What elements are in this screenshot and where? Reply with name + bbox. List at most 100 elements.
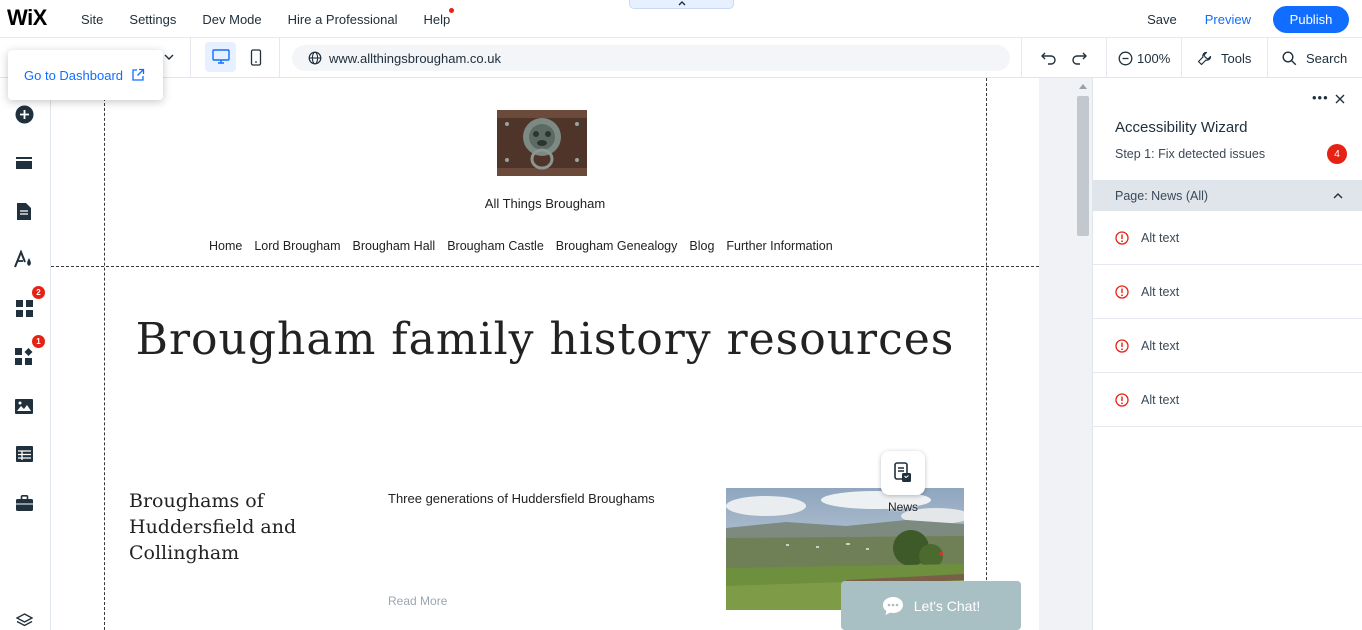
editor-toolbar: www.allthingsbrougham.co.uk 100% Tools S… bbox=[0, 38, 1362, 78]
external-link-icon bbox=[132, 68, 145, 81]
briefcase-icon bbox=[15, 495, 33, 511]
page-section-header[interactable]: Page: News (All) bbox=[1093, 180, 1362, 211]
zoom-control[interactable]: 100% bbox=[1118, 38, 1170, 78]
site-nav-brougham-genealogy[interactable]: Brougham Genealogy bbox=[556, 239, 678, 253]
issue-item[interactable]: Alt text bbox=[1093, 265, 1362, 319]
wrench-icon bbox=[1197, 51, 1212, 65]
warning-icon bbox=[1115, 392, 1129, 407]
site-nav-menu: Home Lord Brougham Brougham Hall Brougha… bbox=[209, 239, 845, 253]
cms-button[interactable] bbox=[14, 444, 34, 464]
preview-button[interactable]: Preview bbox=[1205, 12, 1251, 27]
site-nav-home[interactable]: Home bbox=[209, 239, 242, 253]
issue-label: Alt text bbox=[1141, 230, 1180, 245]
go-to-dashboard-link[interactable]: Go to Dashboard bbox=[8, 50, 163, 100]
site-nav-further-information[interactable]: Further Information bbox=[726, 239, 832, 253]
apps-icon bbox=[15, 299, 33, 317]
issue-count-badge: 4 bbox=[1327, 144, 1347, 164]
more-options-icon[interactable]: ••• bbox=[1312, 90, 1329, 105]
menu-help[interactable]: Help bbox=[410, 7, 463, 27]
plus-circle-icon bbox=[15, 105, 33, 123]
issue-label: Alt text bbox=[1141, 338, 1180, 353]
news-feed-button[interactable] bbox=[881, 451, 925, 495]
menu-hire-professional[interactable]: Hire a Professional bbox=[275, 12, 411, 27]
site-url-bar[interactable]: www.allthingsbrougham.co.uk bbox=[292, 45, 1010, 71]
site-logo-image[interactable] bbox=[497, 110, 587, 176]
chevron-up-icon bbox=[1333, 193, 1343, 199]
collapse-toolbar-tab[interactable] bbox=[629, 0, 734, 9]
read-more-link[interactable]: Read More bbox=[388, 594, 447, 608]
desktop-view-button[interactable] bbox=[205, 42, 236, 72]
apps-badge: 2 bbox=[32, 286, 45, 299]
undo-icon[interactable] bbox=[1040, 49, 1058, 65]
site-nav-brougham-castle[interactable]: Brougham Castle bbox=[447, 239, 544, 253]
issue-item[interactable]: Alt text bbox=[1093, 373, 1362, 427]
mobile-icon bbox=[250, 48, 262, 66]
page-icon bbox=[17, 202, 31, 220]
left-sidebar: 2 1 bbox=[0, 78, 51, 630]
post-title[interactable]: Broughams of Huddersfield and Collingham bbox=[129, 488, 329, 566]
panel-subtitle: Step 1: Fix detected issues bbox=[1115, 147, 1266, 161]
go-to-dashboard-label: Go to Dashboard bbox=[24, 67, 124, 83]
site-page[interactable]: All Things Brougham Home Lord Brougham B… bbox=[51, 78, 1039, 630]
divider bbox=[1021, 38, 1022, 78]
site-nav-brougham-hall[interactable]: Brougham Hall bbox=[353, 239, 436, 253]
chevron-down-icon[interactable] bbox=[162, 50, 176, 64]
menu-settings[interactable]: Settings bbox=[116, 12, 189, 27]
desktop-icon bbox=[211, 49, 230, 64]
tools-button[interactable]: Tools bbox=[1197, 38, 1251, 78]
globe-icon bbox=[308, 51, 322, 65]
redo-icon[interactable] bbox=[1070, 49, 1088, 65]
notification-dot bbox=[449, 7, 455, 13]
news-label: News bbox=[887, 500, 918, 514]
extensions-button[interactable] bbox=[14, 347, 34, 367]
sections-icon bbox=[16, 156, 32, 169]
site-nav-blog[interactable]: Blog bbox=[689, 239, 714, 253]
warning-icon bbox=[1115, 338, 1129, 353]
layers-icon bbox=[15, 612, 33, 626]
divider bbox=[1267, 38, 1268, 78]
media-button[interactable] bbox=[14, 396, 34, 416]
apps-button[interactable] bbox=[14, 298, 34, 318]
puzzle-icon bbox=[14, 348, 32, 365]
canvas-scroll-thumb[interactable] bbox=[1077, 96, 1089, 236]
publish-button[interactable]: Publish bbox=[1273, 5, 1349, 33]
menu-site[interactable]: Site bbox=[68, 12, 116, 27]
search-label: Search bbox=[1306, 50, 1348, 66]
wix-logo[interactable]: WiX bbox=[7, 5, 47, 31]
post-excerpt[interactable]: Three generations of Huddersfield Brough… bbox=[388, 491, 655, 506]
scroll-up-arrow[interactable] bbox=[1079, 84, 1087, 89]
business-tools-button[interactable] bbox=[14, 493, 34, 513]
search-button[interactable]: Search bbox=[1282, 38, 1347, 78]
zoom-out-icon bbox=[1118, 51, 1133, 65]
save-button[interactable]: Save bbox=[1147, 12, 1177, 27]
page-title[interactable]: Brougham family history resources bbox=[51, 314, 1039, 365]
add-elements-button[interactable] bbox=[14, 104, 34, 124]
issue-item[interactable]: Alt text bbox=[1093, 319, 1362, 373]
issue-label: Alt text bbox=[1141, 392, 1180, 407]
warning-icon bbox=[1115, 284, 1129, 299]
mobile-view-button[interactable] bbox=[244, 42, 268, 72]
layers-button[interactable] bbox=[14, 610, 34, 630]
top-bar: WiX Site Settings Dev Mode Hire a Profes… bbox=[0, 0, 1362, 38]
menu-dev-mode[interactable]: Dev Mode bbox=[189, 12, 274, 27]
sections-button[interactable] bbox=[14, 153, 34, 173]
divider bbox=[279, 38, 280, 78]
divider bbox=[1181, 38, 1182, 78]
chat-button[interactable]: Let's Chat! bbox=[841, 581, 1021, 630]
page-section-label: Page: News (All) bbox=[1115, 188, 1209, 203]
warning-icon bbox=[1115, 230, 1129, 245]
table-icon bbox=[15, 446, 33, 462]
pages-button[interactable] bbox=[14, 201, 34, 221]
tools-label: Tools bbox=[1221, 50, 1252, 66]
site-nav-lord-brougham[interactable]: Lord Brougham bbox=[254, 239, 340, 253]
search-icon bbox=[1282, 50, 1297, 65]
close-icon[interactable] bbox=[1335, 94, 1345, 104]
chevron-up-icon bbox=[678, 1, 685, 6]
issue-item[interactable]: Alt text bbox=[1093, 211, 1362, 265]
design-button[interactable] bbox=[14, 249, 34, 269]
news-icon bbox=[894, 462, 911, 482]
header-boundary bbox=[51, 266, 1039, 267]
site-name[interactable]: All Things Brougham bbox=[51, 196, 1039, 211]
image-icon bbox=[15, 398, 33, 414]
issue-label: Alt text bbox=[1141, 284, 1180, 299]
